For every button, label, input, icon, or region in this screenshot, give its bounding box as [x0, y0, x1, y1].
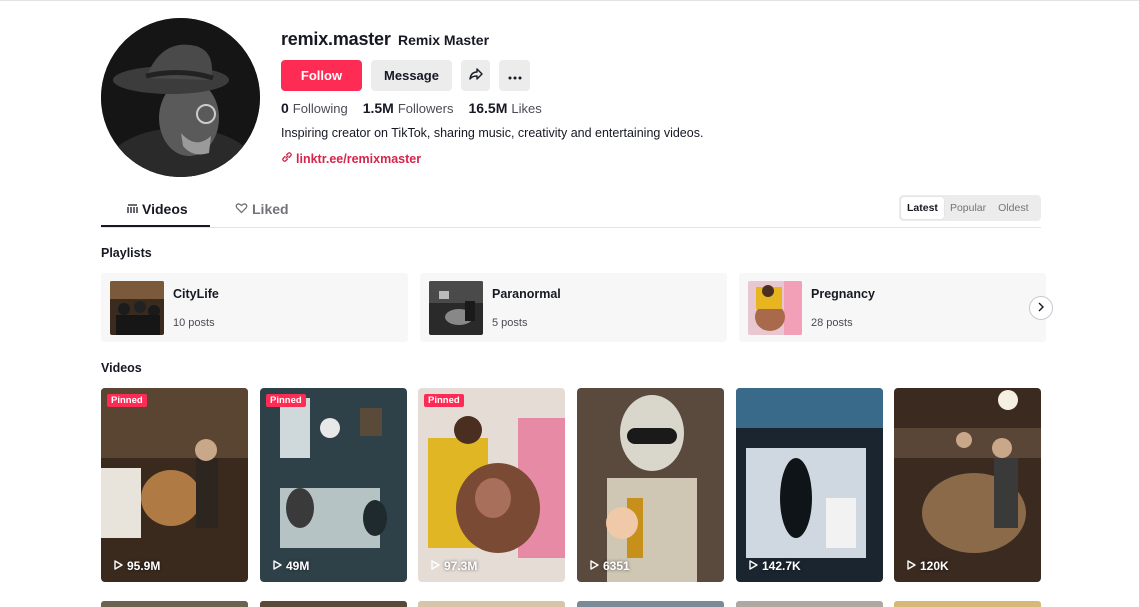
follow-button[interactable]: Follow [281, 60, 362, 91]
video-card-partial[interactable] [894, 601, 1041, 607]
tab-videos[interactable]: Videos [127, 201, 188, 217]
view-count: 95.9M [127, 559, 161, 573]
view-count: 142.7K [762, 559, 801, 573]
view-count: 120K [920, 559, 949, 573]
view-count: 49M [286, 559, 310, 573]
view-count: 6351 [603, 559, 630, 573]
play-icon [749, 559, 758, 573]
stat-likes: 16.5M Likes [468, 100, 541, 116]
profile-link-text[interactable]: linktr.ee/remixmaster [296, 152, 421, 166]
tab-videos-label: Videos [142, 201, 188, 217]
video-views: 6351 [590, 559, 630, 573]
pinned-badge: Pinned [266, 394, 306, 407]
tab-liked-label: Liked [252, 201, 289, 217]
playlist-thumbnail [110, 281, 164, 335]
playlist-card[interactable]: CityLife 10 posts [101, 273, 408, 342]
video-card[interactable]: Pinned 95.9M [101, 388, 248, 582]
profile-avatar[interactable] [101, 18, 260, 177]
followers-label: Followers [397, 101, 454, 116]
followers-count: 1.5M [362, 100, 394, 116]
sort-segmented-control: Latest Popular Oldest [899, 195, 1041, 221]
following-label: Following [292, 101, 348, 116]
playlist-thumbnail [429, 281, 483, 335]
playlist-thumbnail [748, 281, 802, 335]
playlist-name: Pregnancy [811, 287, 875, 301]
sort-popular[interactable]: Popular [944, 197, 992, 219]
view-count: 97.3M [444, 559, 478, 573]
more-options-button[interactable] [499, 60, 530, 91]
playlist-card[interactable]: Pregnancy 28 posts [739, 273, 1046, 342]
pinned-badge: Pinned [107, 394, 147, 407]
playlist-count: 28 posts [811, 317, 853, 329]
tab-liked[interactable]: Liked [235, 201, 289, 217]
likes-count: 16.5M [468, 100, 508, 116]
video-views: 49M [273, 559, 309, 573]
pinned-badge: Pinned [424, 394, 464, 407]
video-card-partial[interactable] [101, 601, 248, 607]
video-card-partial[interactable] [577, 601, 724, 607]
active-tab-indicator [101, 225, 210, 227]
video-card[interactable]: 120K [894, 388, 1041, 582]
heart-outline-icon [235, 201, 248, 217]
video-views: 120K [907, 559, 949, 573]
stat-followers[interactable]: 1.5M Followers [363, 100, 454, 116]
video-views: 142.7K [749, 559, 801, 573]
link-icon [281, 151, 293, 166]
video-card-partial[interactable] [418, 601, 565, 607]
playlists-next-button[interactable] [1029, 296, 1053, 320]
chevron-right-icon [1037, 299, 1045, 317]
likes-label: Likes [511, 101, 542, 116]
grid-lines-icon [127, 201, 138, 217]
profile-bio: Inspiring creator on TikTok, sharing mus… [281, 126, 704, 140]
video-views: 97.3M [431, 559, 477, 573]
play-icon [907, 559, 916, 573]
playlist-count: 5 posts [492, 317, 528, 329]
play-icon [431, 559, 440, 573]
sort-oldest[interactable]: Oldest [992, 197, 1034, 219]
sort-latest[interactable]: Latest [901, 197, 944, 219]
message-button[interactable]: Message [371, 60, 452, 91]
play-icon [114, 559, 123, 573]
playlist-count: 10 posts [173, 317, 215, 329]
top-divider [0, 0, 1139, 1]
video-card[interactable]: Pinned 49M [260, 388, 407, 582]
profile-stats: 0 Following 1.5M Followers 16.5M Likes [281, 100, 542, 116]
stat-following[interactable]: 0 Following [281, 100, 348, 116]
videos-heading: Videos [101, 361, 142, 375]
following-count: 0 [281, 100, 289, 116]
playlist-name: Paranormal [492, 287, 561, 301]
video-card[interactable]: 6351 [577, 388, 724, 582]
video-card[interactable]: Pinned 97.3M [418, 388, 565, 582]
profile-nickname: Remix Master [398, 32, 490, 48]
share-button[interactable] [461, 60, 490, 91]
video-views: 95.9M [114, 559, 160, 573]
profile-link[interactable]: linktr.ee/remixmaster [281, 151, 421, 166]
video-card-partial[interactable] [260, 601, 407, 607]
video-card-partial[interactable] [736, 601, 883, 607]
ellipsis-icon [508, 68, 522, 83]
play-icon [590, 559, 599, 573]
playlists-heading: Playlists [101, 246, 152, 260]
share-arrow-icon [468, 66, 484, 85]
video-card[interactable]: 142.7K [736, 388, 883, 582]
profile-username: remix.master [281, 29, 391, 49]
playlist-name: CityLife [173, 287, 219, 301]
playlist-card[interactable]: Paranormal 5 posts [420, 273, 727, 342]
play-icon [273, 559, 282, 573]
